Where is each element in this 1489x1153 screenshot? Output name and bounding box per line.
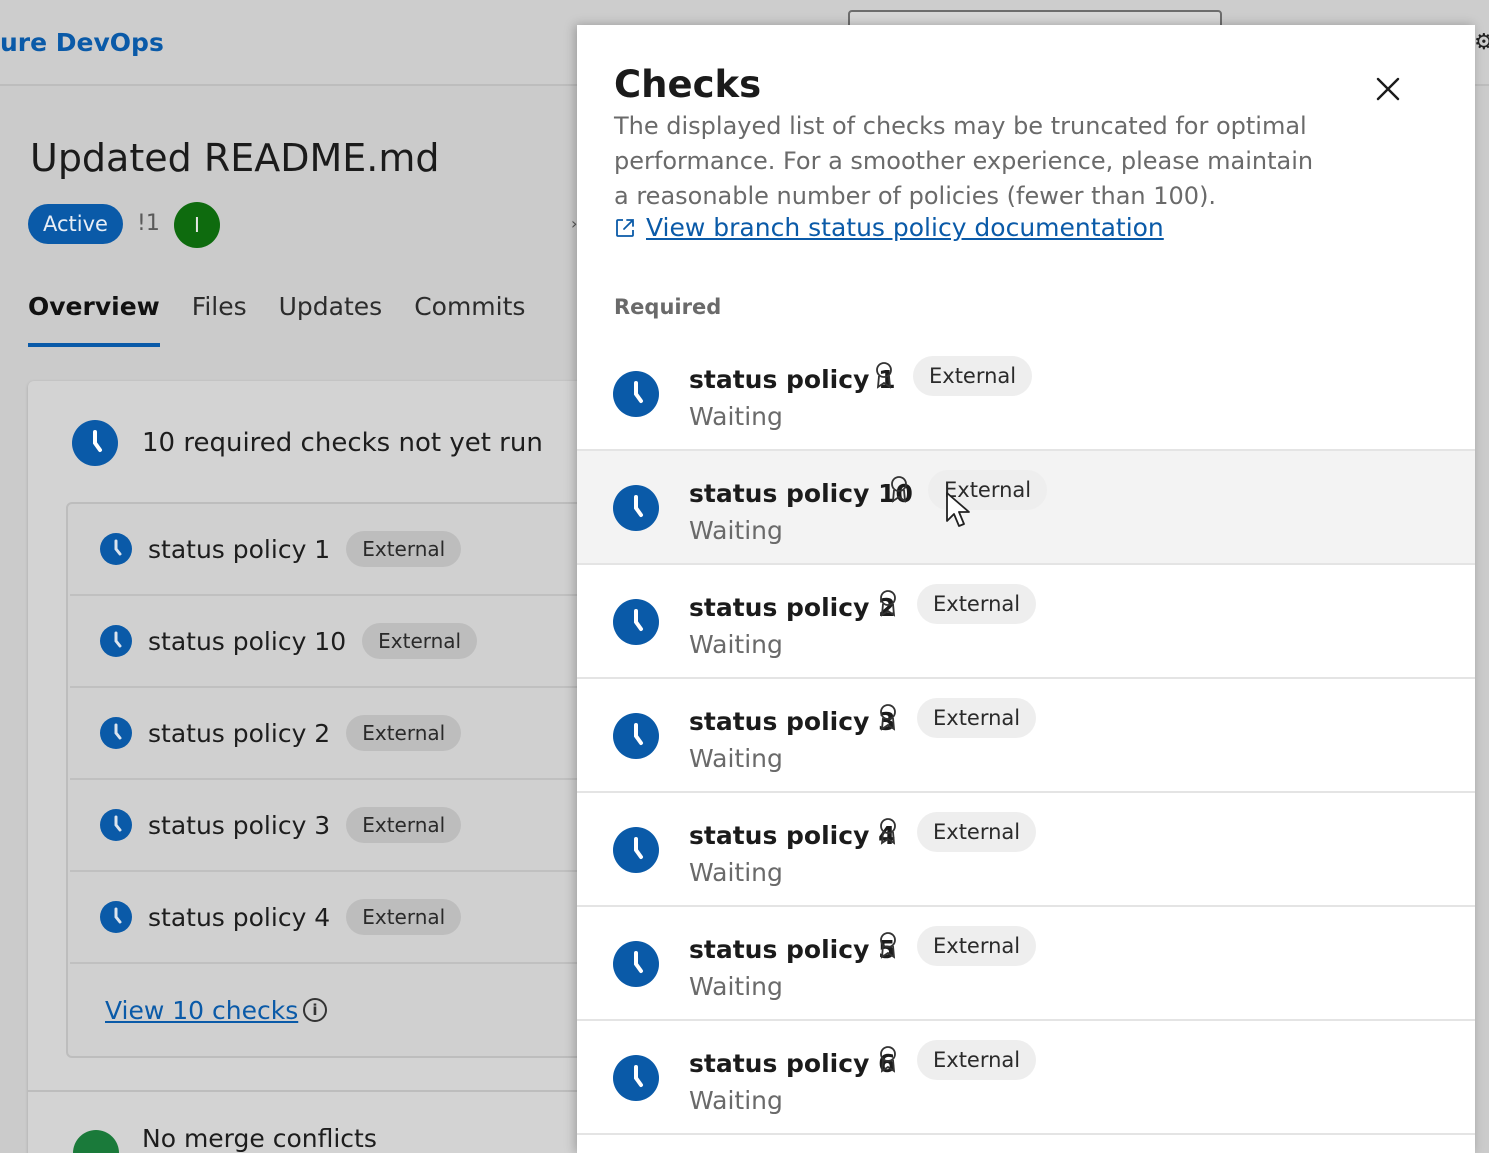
check-name: status policy 4	[689, 821, 896, 850]
count-indicator: !1	[137, 211, 160, 236]
check-name: status policy 2	[148, 718, 331, 748]
check-name: status policy 1	[148, 534, 331, 564]
check-name: status policy 4	[148, 902, 331, 932]
clock-icon	[613, 371, 659, 417]
ribbon-icon	[880, 590, 896, 617]
clock-icon	[72, 420, 118, 466]
clock-icon	[100, 717, 132, 749]
check-name: status policy 3	[689, 707, 896, 736]
external-tag: External	[346, 807, 462, 843]
clock-icon	[613, 1055, 659, 1101]
external-tag: External	[346, 715, 462, 751]
external-tag: External	[913, 356, 1033, 396]
panel-title: Checks	[614, 63, 762, 106]
list-item[interactable]: status policy 1 External	[70, 504, 590, 596]
check-row[interactable]: status policy 6 External Waiting	[577, 1021, 1475, 1135]
list-item[interactable]: status policy 10 External	[70, 596, 590, 688]
external-tag: External	[917, 1040, 1037, 1080]
check-name: status policy 3	[148, 810, 331, 840]
avatar[interactable]: I	[174, 202, 220, 248]
check-state: Waiting	[689, 858, 783, 887]
check-name: status policy 10	[689, 479, 913, 508]
external-tag: External	[917, 926, 1037, 966]
check-row[interactable]: status policy 1 External Waiting	[577, 337, 1475, 451]
external-tag: External	[917, 584, 1037, 624]
clock-icon	[100, 625, 132, 657]
check-name: status policy 2	[689, 593, 896, 622]
tab-files[interactable]: Files	[192, 292, 247, 347]
pr-title: Updated README.md	[30, 136, 440, 180]
check-state: Waiting	[689, 516, 783, 545]
info-icon[interactable]: i	[303, 998, 327, 1022]
clock-icon	[613, 941, 659, 987]
merge-status: No merge conflicts	[142, 1124, 377, 1153]
ribbon-icon	[876, 362, 892, 389]
external-tag: External	[917, 698, 1037, 738]
clock-icon	[613, 713, 659, 759]
brand-name[interactable]: ure DevOps	[0, 28, 164, 57]
external-tag: External	[917, 812, 1037, 852]
check-row[interactable]: status policy 2 External Waiting	[577, 565, 1475, 679]
clock-icon	[613, 827, 659, 873]
check-state: Waiting	[689, 972, 783, 1001]
check-state: Waiting	[689, 402, 783, 431]
check-state: Waiting	[689, 744, 783, 773]
clock-icon	[100, 901, 132, 933]
divider	[28, 1090, 648, 1092]
list-item[interactable]: status policy 4 External	[70, 872, 590, 964]
checks-summary: 10 required checks not yet run	[72, 420, 543, 466]
section-header-required: Required	[614, 295, 722, 319]
ribbon-icon	[880, 932, 896, 959]
list-item[interactable]: status policy 2 External	[70, 688, 590, 780]
check-row[interactable]: status policy 4 External Waiting	[577, 793, 1475, 907]
clock-icon	[100, 533, 132, 565]
clock-icon	[613, 485, 659, 531]
ribbon-icon	[880, 1046, 896, 1073]
check-state: Waiting	[689, 630, 783, 659]
tab-overview[interactable]: Overview	[28, 292, 160, 347]
ribbon-icon	[880, 704, 896, 731]
check-name: status policy 1	[689, 365, 896, 394]
checks-summary-text: 10 required checks not yet run	[142, 428, 543, 458]
checks-panel: Checks The displayed list of checks may …	[577, 25, 1475, 1153]
view-checks-link[interactable]: View 10 checks	[105, 996, 298, 1025]
mouse-cursor	[946, 492, 970, 527]
external-tag: External	[362, 623, 478, 659]
check-name: status policy 10	[148, 626, 347, 656]
gear-icon[interactable]: ⚙	[1474, 30, 1489, 55]
check-row[interactable]: status policy 5 External Waiting	[577, 907, 1475, 1021]
tab-commits[interactable]: Commits	[414, 292, 525, 347]
check-row[interactable]: status policy 3 External Waiting	[577, 679, 1475, 793]
external-tag: External	[346, 899, 462, 935]
tab-bar: Overview Files Updates Commits	[28, 292, 525, 347]
check-name: status policy 5	[689, 935, 896, 964]
documentation-link-text[interactable]: View branch status policy documentation	[646, 213, 1164, 242]
documentation-link[interactable]: View branch status policy documentation	[614, 213, 1164, 242]
external-link-icon	[616, 218, 634, 237]
clock-icon	[613, 599, 659, 645]
close-icon[interactable]	[1372, 73, 1404, 105]
ribbon-icon	[880, 818, 896, 845]
status-badge: Active	[28, 204, 123, 244]
ribbon-icon	[891, 476, 907, 503]
list-item[interactable]: status policy 3 External	[70, 780, 590, 872]
check-name: status policy 6	[689, 1049, 896, 1078]
check-state: Waiting	[689, 1086, 783, 1115]
clock-icon	[100, 809, 132, 841]
external-tag: External	[346, 531, 462, 567]
check-row[interactable]: status policy 10 External Waiting	[577, 451, 1475, 565]
panel-description: The displayed list of checks may be trun…	[614, 112, 1314, 210]
tab-updates[interactable]: Updates	[279, 292, 383, 347]
